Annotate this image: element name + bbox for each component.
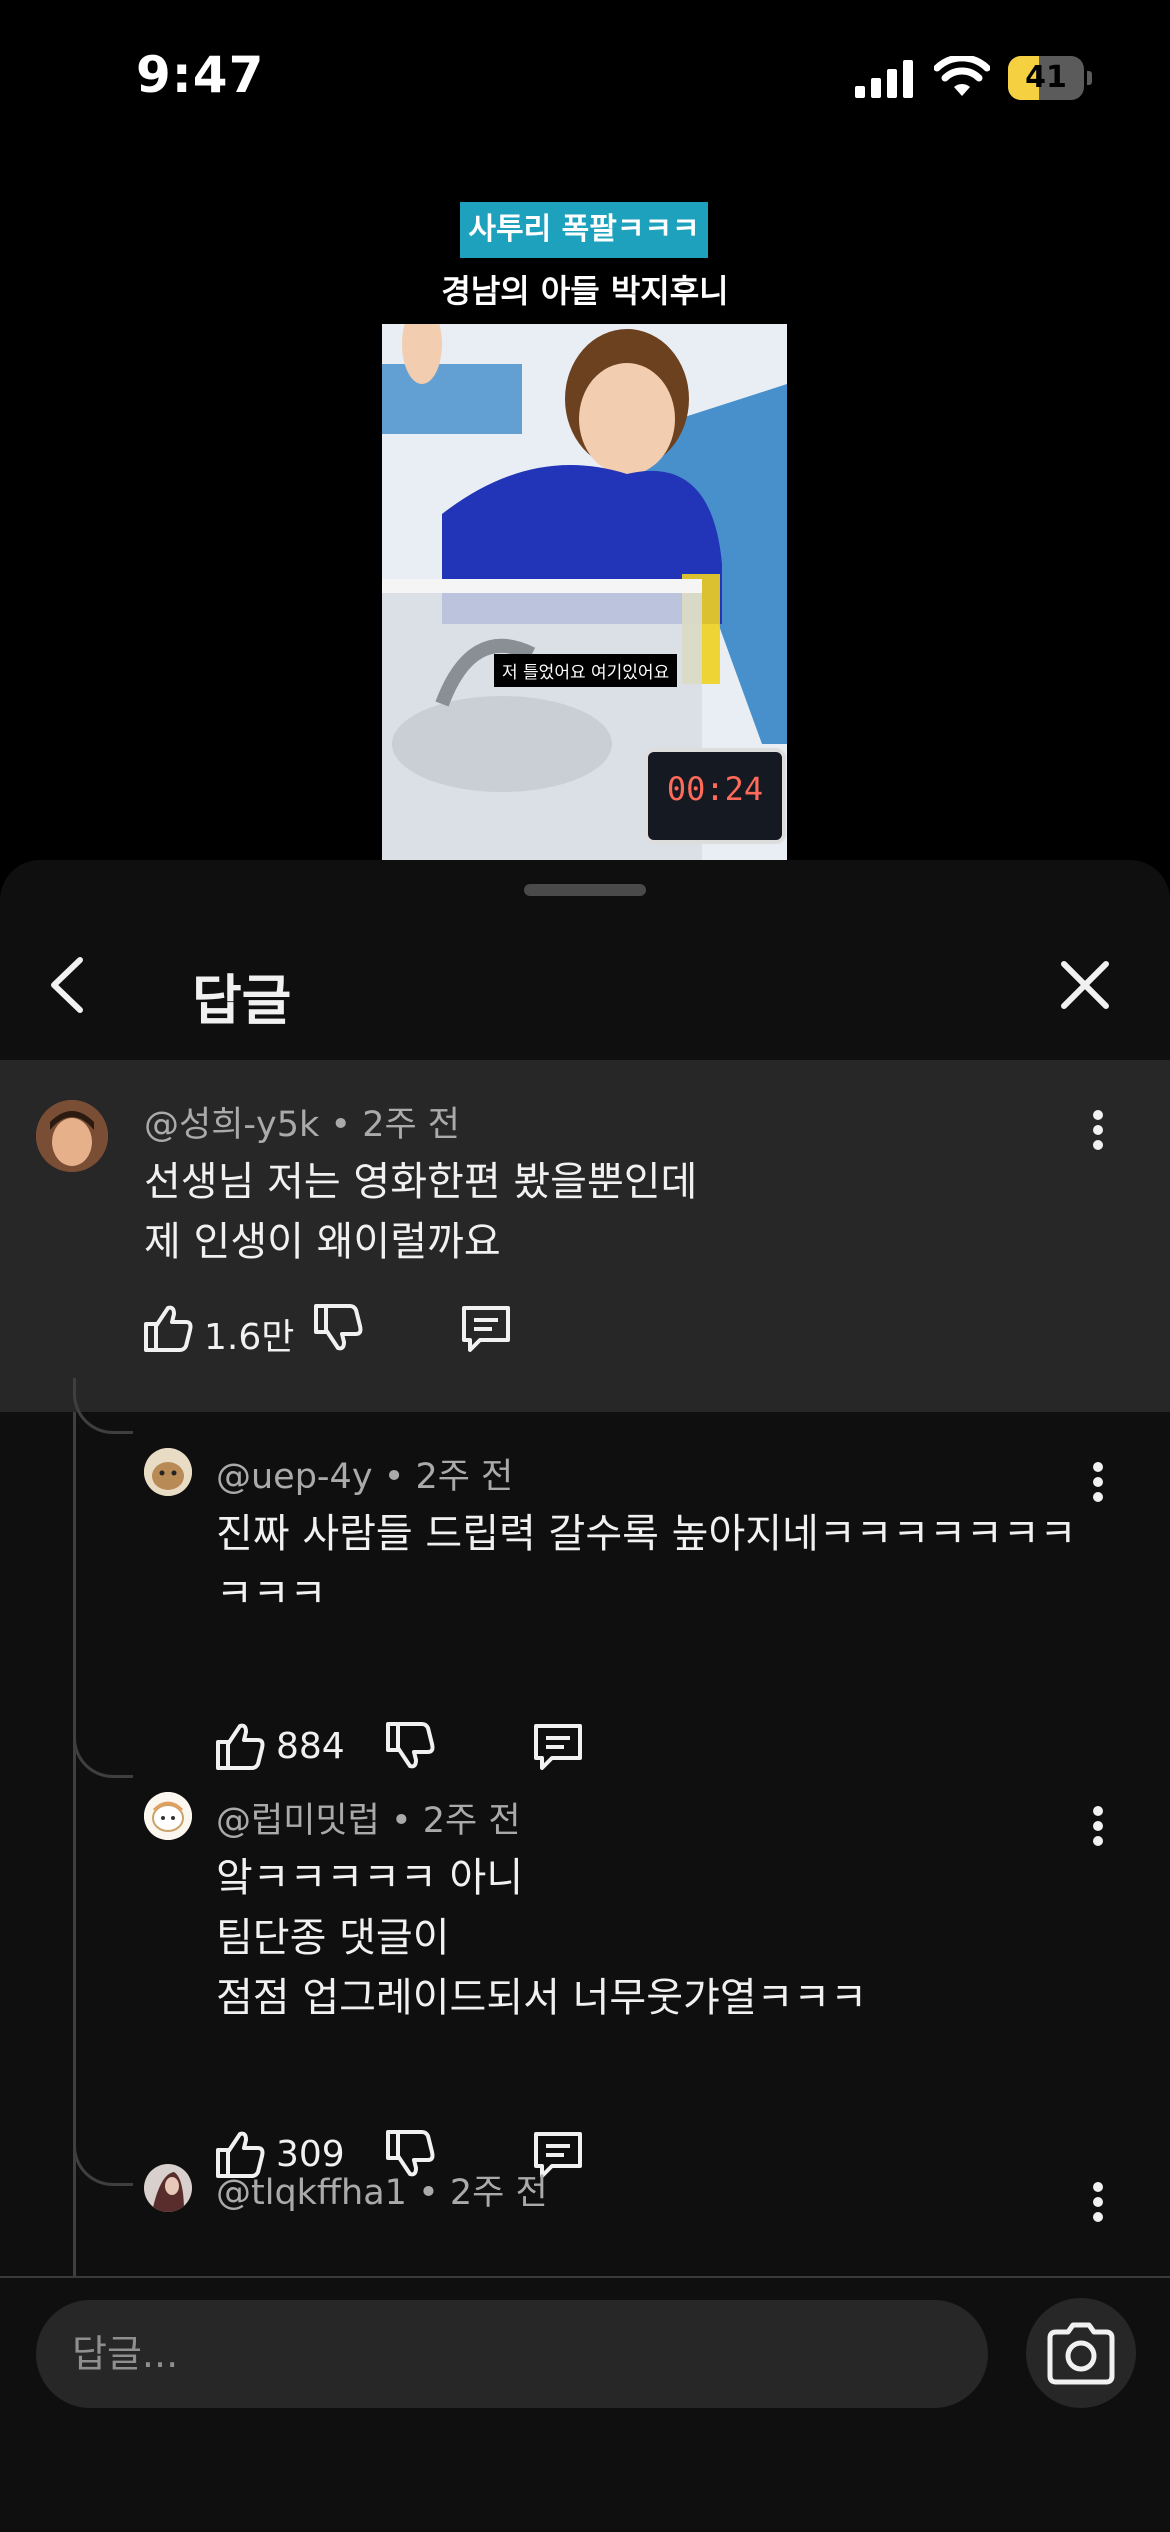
more-options-icon[interactable] (1078, 1796, 1118, 1856)
separator-dot: • (383, 1457, 416, 1497)
comment-author[interactable]: @uep-4y (216, 1457, 373, 1497)
drag-handle[interactable] (524, 884, 646, 896)
avatar[interactable] (144, 1792, 192, 1840)
comment-author[interactable]: @성희-y5k (144, 1105, 319, 1145)
replies-sheet: 답글 @성희-y5k • 2주 전 선생님 저는 영화한편 봤을뿐인데 제 인생… (0, 860, 1170, 2532)
comment-time: 2주 전 (422, 1801, 521, 1841)
more-options-icon[interactable] (1078, 1452, 1118, 1512)
video-timer-display: 00:24 (644, 748, 786, 844)
dislike-icon[interactable] (310, 1300, 366, 1356)
status-bar: 9:47 41 (0, 0, 1170, 150)
separator-dot: • (418, 2173, 450, 2213)
video-caption-top: 사투리 폭팔ㅋㅋㅋ (460, 202, 708, 258)
comment-author-line: @성희-y5k • 2주 전 (144, 1096, 460, 1147)
cellular-signal-icon (855, 60, 913, 98)
camera-button[interactable] (1026, 2298, 1136, 2408)
separator-dot: • (330, 1105, 363, 1145)
status-time: 9:47 (136, 46, 265, 104)
reply-icon[interactable] (458, 1300, 514, 1356)
comment-time: 2주 전 (362, 1105, 460, 1145)
video-frame: 저 틀었어요 여기있어요 00:24 (382, 324, 787, 860)
avatar[interactable] (144, 1448, 192, 1496)
avatar[interactable] (36, 1100, 108, 1172)
reply-comment: @uep-4y • 2주 전 진짜 사람들 드립력 갈수록 높아지네ㅋㅋㅋㅋㅋㅋ… (0, 1412, 1170, 1770)
reply-input[interactable] (36, 2300, 988, 2408)
battery-level: 41 (1025, 60, 1067, 95)
close-button[interactable] (1052, 952, 1118, 1018)
reply-comment: @럽미밋럽 • 2주 전 앜ㅋㅋㅋㅋㅋ 아니 팀단종 댓글이 점점 업그레이드되… (0, 1756, 1170, 2178)
comment-text: 진짜 사람들 드립력 갈수록 높아지네ㅋㅋㅋㅋㅋㅋㅋ ㅋㅋㅋ (216, 1511, 1077, 1617)
comment-author[interactable]: @tlqkffha1 (216, 2173, 407, 2213)
comment-time: 2주 전 (415, 1457, 514, 1497)
back-button[interactable] (36, 952, 102, 1018)
comment-author-line: @럽미밋럽 • 2주 전 (216, 1792, 521, 1843)
reply-comment: @tlqkffha1 • 2주 전 (0, 2164, 1170, 2276)
more-options-icon[interactable] (1078, 2172, 1118, 2232)
camera-icon (1047, 2322, 1115, 2385)
like-icon[interactable] (140, 1300, 196, 1356)
more-options-icon[interactable] (1078, 1100, 1118, 1160)
comment-text: 선생님 저는 영화한편 봤을뿐인데 제 인생이 왜이럴까요 (144, 1159, 698, 1265)
comment-actions: 1.6만 (140, 1300, 540, 1360)
comment-author-line: @tlqkffha1 • 2주 전 (216, 2164, 548, 2215)
separator-dot: • (390, 1801, 423, 1841)
comment-text: 앜ㅋㅋㅋㅋㅋ 아니 팀단종 댓글이 점점 업그레이드되서 너무웃갸열ㅋㅋㅋ (216, 1855, 868, 2021)
comment-author-line: @uep-4y • 2주 전 (216, 1448, 513, 1499)
avatar[interactable] (144, 2164, 192, 2212)
comment-author[interactable]: @럽미밋럽 (216, 1801, 380, 1841)
comment-time: 2주 전 (449, 2173, 548, 2213)
video-player[interactable]: 사투리 폭팔ㅋㅋㅋ 경남의 아들 박지후니 저 틀었어요 여기있어요 00:24 (0, 150, 1170, 860)
sheet-title: 답글 (192, 969, 292, 1032)
reply-composer (0, 2276, 1170, 2532)
sheet-header: 답글 (0, 916, 1170, 1116)
video-timer-text: 00:24 (666, 770, 764, 808)
wifi-icon (934, 56, 990, 96)
video-caption-sub: 경남의 아들 박지후니 (441, 272, 729, 310)
comments-list[interactable]: @성희-y5k • 2주 전 선생님 저는 영화한편 봤을뿐인데 제 인생이 왜… (0, 1060, 1170, 2276)
battery-icon: 41 (1008, 56, 1092, 100)
like-count: 1.6만 (204, 1317, 295, 1358)
video-subtitle: 저 틀었어요 여기있어요 (494, 654, 678, 687)
parent-comment: @성희-y5k • 2주 전 선생님 저는 영화한편 봤을뿐인데 제 인생이 왜… (0, 1060, 1170, 1412)
